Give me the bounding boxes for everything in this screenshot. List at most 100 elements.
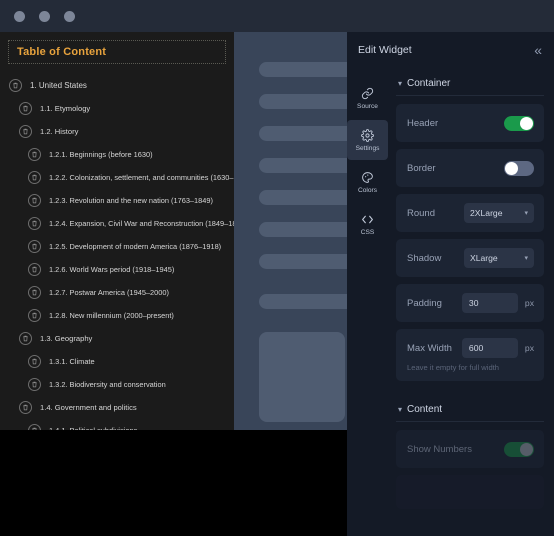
toc-item-label: 1.4.1. Political subdivisions [49,426,137,430]
trash-icon[interactable] [19,102,32,115]
toc-item[interactable]: 1.2.2. Colonization, settlement, and com… [0,166,234,189]
section-title: Container [407,78,451,89]
toggle-knob [520,116,533,130]
field-label: Round [407,207,435,219]
chevron-double-left-icon[interactable]: « [534,43,542,57]
toc-item[interactable]: 1.3.1. Climate [0,350,234,373]
trash-icon[interactable] [28,378,41,391]
trash-icon[interactable] [19,401,32,414]
toc-item[interactable]: 1.2.3. Revolution and the new nation (17… [0,189,234,212]
toc-item[interactable]: 1.4.1. Political subdivisions [0,419,234,430]
select-value: 2XLarge [470,208,503,218]
unit-label: px [524,298,534,308]
panel-tab-rail: Source Settings Colors CSS [347,68,388,536]
panel-header: Edit Widget « [347,32,554,68]
toc-item[interactable]: 1.2.8. New millennium (2000–present) [0,304,234,327]
input-max_width[interactable]: 600 [461,338,518,358]
toc-list: 1. United States 1.1. Etymology 1.2. Histo… [0,64,234,430]
toc-item[interactable]: 1.3. Geography [0,327,234,350]
field-row-shadow: Shadow XLarge ▾ [396,239,544,277]
chevron-down-icon: ▾ [398,405,403,414]
tab-label: CSS [360,228,375,236]
field-label: Shadow [407,252,442,264]
tab-label: Source [357,102,378,110]
toc-item[interactable]: 1.2.4. Expansion, Civil War and Reconstr… [0,212,234,235]
toc-item-label: 1.4. Government and politics [40,403,137,412]
trash-icon[interactable] [28,240,41,253]
tab-label: Settings [355,144,380,152]
maximize-window-button[interactable] [64,10,75,22]
toc-item-label: 1.2.4. Expansion, Civil War and Reconstr… [49,219,234,228]
tab-source[interactable]: Source [347,78,388,118]
toc-item-label: 1.2.3. Revolution and the new nation (17… [49,196,213,205]
toggle-knob [505,161,518,175]
select-round[interactable]: 2XLarge ▾ [464,203,534,223]
toggle-show_numbers[interactable] [504,441,534,457]
field-label: Padding [407,297,442,309]
trash-icon[interactable] [28,424,41,430]
skeleton-block [259,332,345,422]
trash-icon[interactable] [19,332,32,345]
toc-item-label: 1.2. History [40,127,79,136]
select-shadow[interactable]: XLarge ▾ [464,248,534,268]
trash-icon[interactable] [28,286,41,299]
toc-title-box[interactable]: Table of Content [8,40,226,64]
input-padding[interactable]: 30 [461,293,518,313]
trash-icon[interactable] [28,263,41,276]
toggle-border[interactable] [504,160,534,176]
trash-icon[interactable] [28,194,41,207]
toc-item-label: 1.3.1. Climate [49,357,95,366]
window-titlebar [0,0,554,32]
document-outline-pane: Table of Content 1. United States 1.1. Et… [0,32,234,430]
chevron-down-icon: ▾ [524,210,528,217]
tab-css[interactable]: CSS [347,204,388,244]
toc-item-label: 1.1. Etymology [40,104,91,113]
field-row-show_numbers: Show Numbers [396,430,544,468]
section-header-content[interactable]: ▾ Content [396,404,544,415]
palette-icon [361,171,374,185]
field-label: Max Width [407,342,452,354]
toc-item-label: 1.2.8. New millennium (2000–present) [49,311,174,320]
tab-colors[interactable]: Colors [347,162,388,202]
toc-item[interactable]: 1.2.7. Postwar America (1945–2000) [0,281,234,304]
gear-icon [361,129,374,143]
close-window-button[interactable] [14,10,25,22]
minimize-window-button[interactable] [39,10,50,22]
toc-item-label: 1.2.1. Beginnings (before 1630) [49,150,153,159]
chevron-down-icon: ▾ [398,79,403,88]
field-row-round: Round 2XLarge ▾ [396,194,544,232]
trash-icon[interactable] [9,79,22,92]
toc-item[interactable]: 1.2.1. Beginnings (before 1630) [0,143,234,166]
field-row-header: Header [396,104,544,142]
toggle-header[interactable] [504,115,534,131]
toc-item[interactable]: 1.1. Etymology [0,97,234,120]
field-row-border: Border [396,149,544,187]
panel-sections: ▾ Container Header Border Round 2XLarge ▾ Shado… [388,68,554,536]
tab-settings[interactable]: Settings [347,120,388,160]
field-row-max_width: Max Width 600 px Leave it empty for full wi… [396,329,544,381]
toc-item[interactable]: 1.3.2. Biodiversity and conservation [0,373,234,396]
toc-item[interactable]: 1.2. History [0,120,234,143]
trash-icon[interactable] [28,171,41,184]
trash-icon[interactable] [28,355,41,368]
toc-item[interactable]: 1. United States [0,74,234,97]
field-hint: Leave it empty for full width [407,363,500,372]
field-row-padding: Padding 30 px [396,284,544,322]
link-icon [361,87,374,101]
toc-item-label: 1. United States [30,81,87,90]
trash-icon[interactable] [28,309,41,322]
toc-item[interactable]: 1.2.6. World Wars period (1918–1945) [0,258,234,281]
code-icon [361,213,374,227]
chevron-down-icon: ▾ [524,255,528,262]
panel-title: Edit Widget [358,44,412,56]
section-title: Content [407,404,443,415]
toc-title: Table of Content [17,46,107,58]
toc-item[interactable]: 1.4. Government and politics [0,396,234,419]
section-header-container[interactable]: ▾ Container [396,78,544,89]
toc-item-label: 1.2.5. Development of modern America (18… [49,242,222,251]
trash-icon[interactable] [28,148,41,161]
toc-item[interactable]: 1.2.5. Development of modern America (18… [0,235,234,258]
trash-icon[interactable] [28,217,41,230]
trash-icon[interactable] [19,125,32,138]
